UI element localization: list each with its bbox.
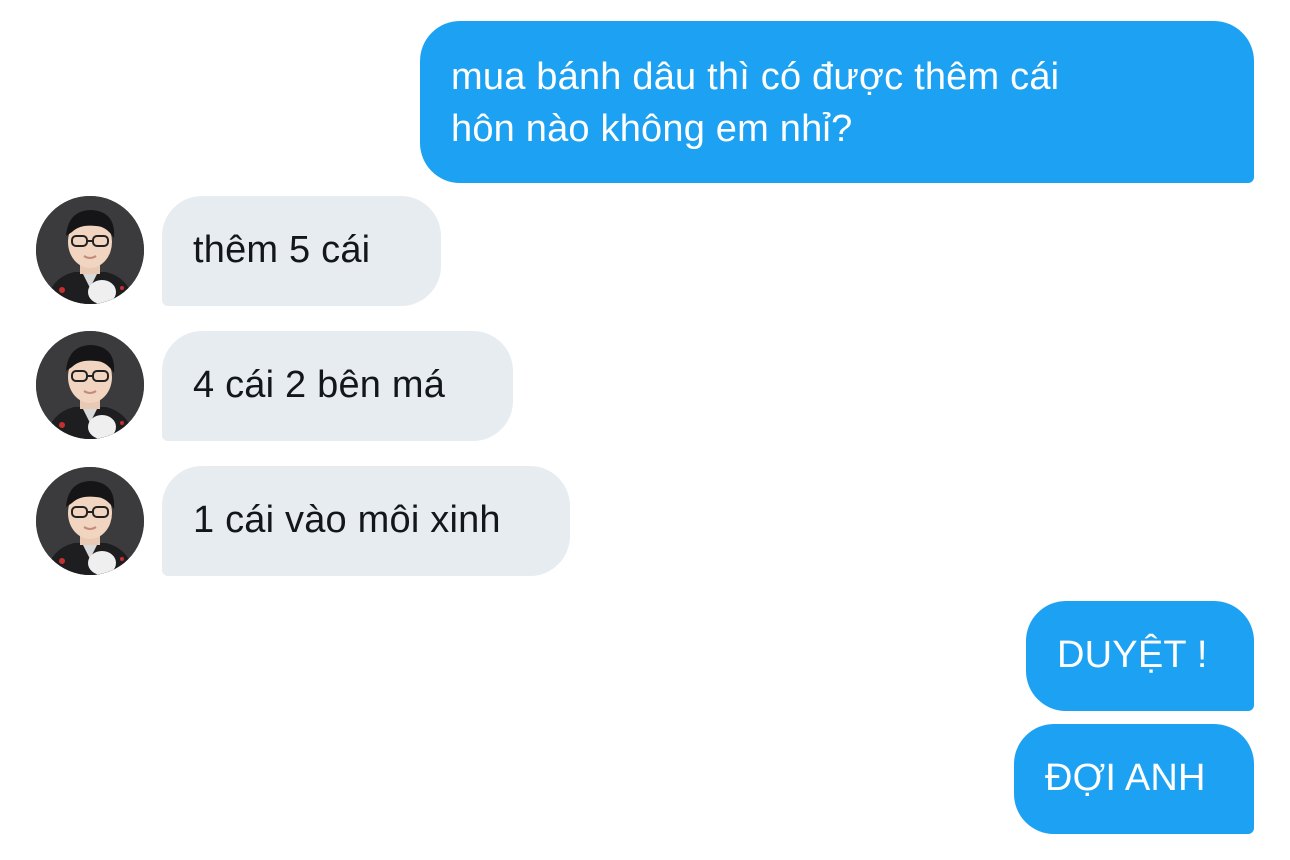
message-text-line: mua bánh dâu thì có được thêm cái — [451, 56, 1060, 98]
user-avatar[interactable] — [36, 196, 144, 304]
message-text: DUYỆT ! — [1057, 634, 1208, 676]
message-bubble-sent[interactable]: mua bánh dâu thì có được thêm cái hôn nà… — [420, 21, 1254, 183]
message-text: ĐỢI ANH — [1045, 757, 1206, 799]
user-avatar[interactable] — [36, 467, 144, 575]
message-bubble-received[interactable]: 4 cái 2 bên má — [162, 331, 513, 441]
message-bubble-sent[interactable]: ĐỢI ANH — [1014, 724, 1254, 834]
message-bubble-received[interactable]: 1 cái vào môi xinh — [162, 466, 570, 576]
message-text: 1 cái vào môi xinh — [193, 499, 501, 541]
message-text-line: hôn nào không em nhỉ? — [451, 108, 853, 150]
message-text: 4 cái 2 bên má — [193, 364, 446, 406]
message-text: thêm 5 cái — [193, 229, 371, 271]
message-bubble-received[interactable]: thêm 5 cái — [162, 196, 441, 306]
user-avatar[interactable] — [36, 331, 144, 439]
message-bubble-sent[interactable]: DUYỆT ! — [1026, 601, 1254, 711]
